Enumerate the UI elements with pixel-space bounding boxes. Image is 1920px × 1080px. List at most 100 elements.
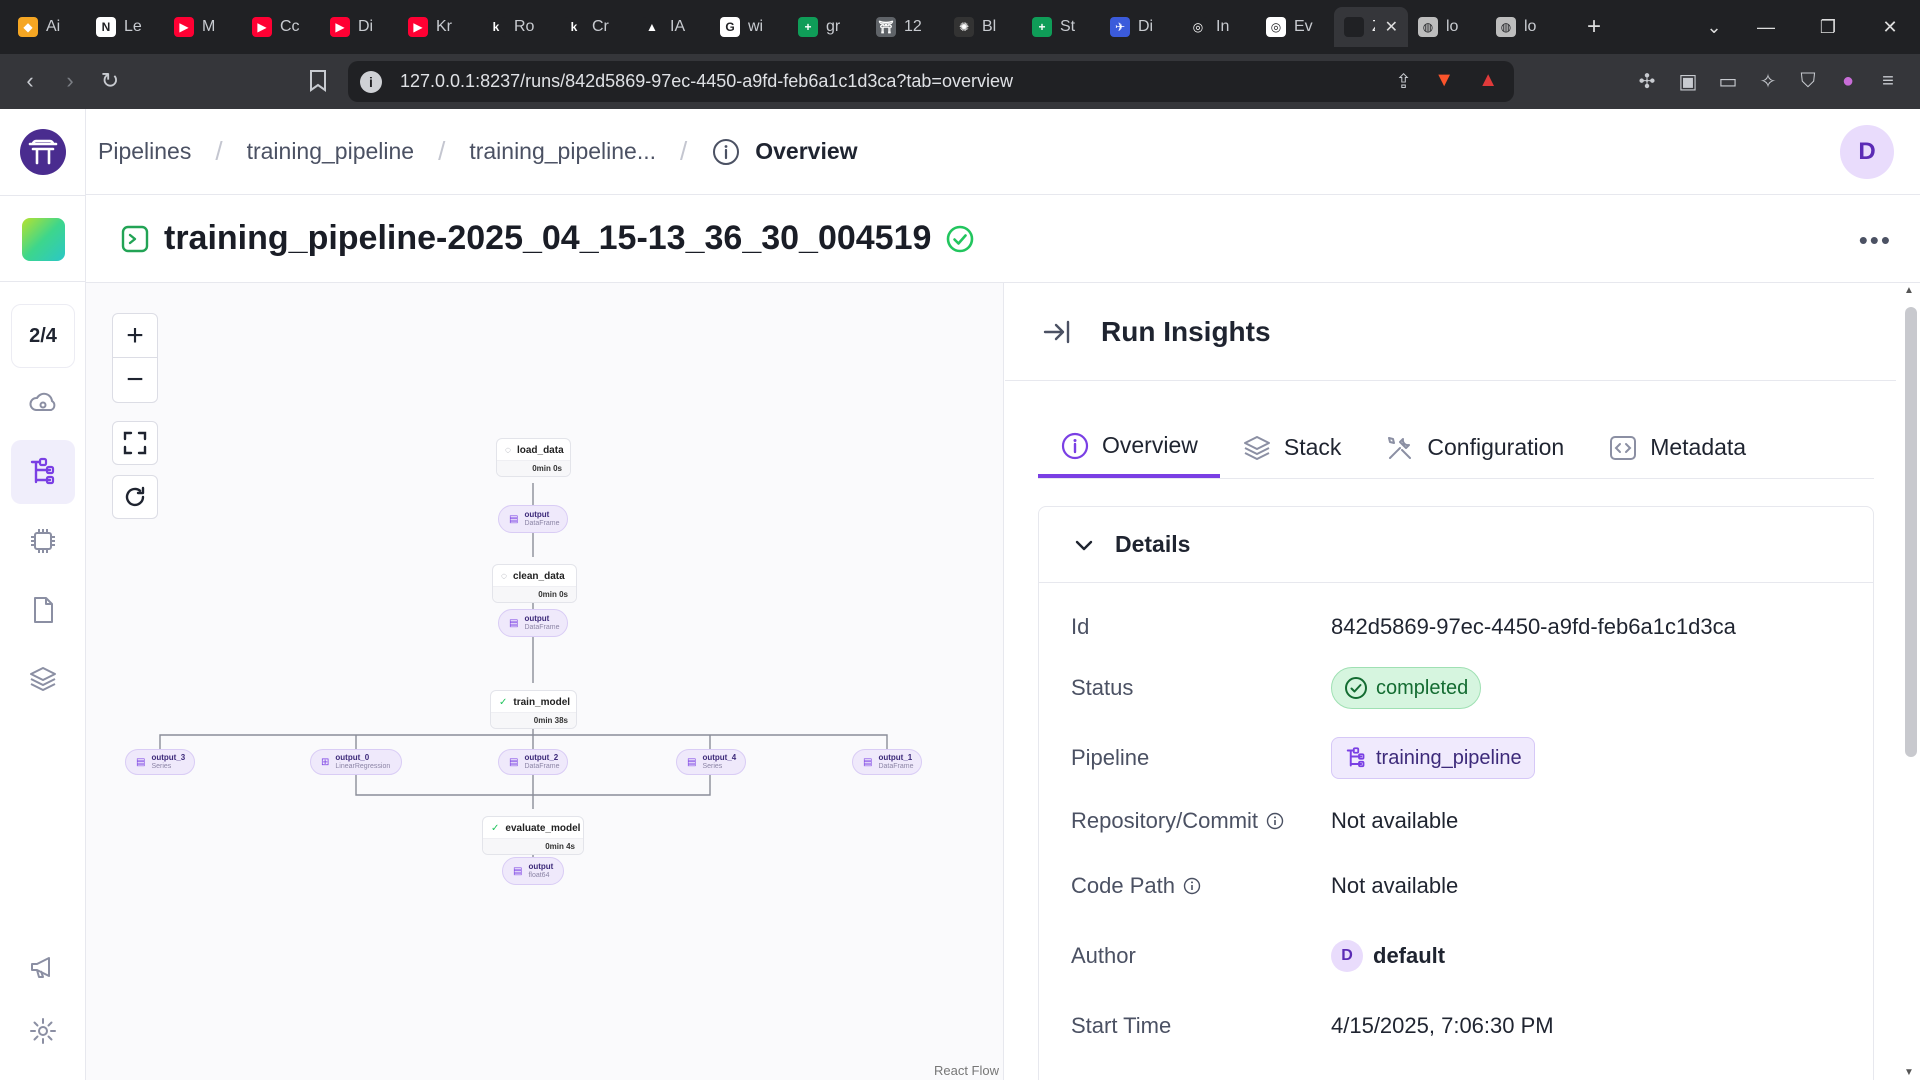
browser-tab[interactable]: ▲ IA <box>632 7 710 47</box>
sidebar-item-models[interactable] <box>11 509 75 573</box>
browser-tab[interactable]: + St <box>1022 7 1100 47</box>
artifact-node[interactable]: ▤ output_3 Series <box>125 749 195 775</box>
back-button[interactable]: ‹ <box>10 61 50 101</box>
brave-shield-icon[interactable]: ▼ <box>1434 69 1454 92</box>
browser-tab[interactable]: ✈ Di <box>1100 7 1178 47</box>
new-tab-button[interactable]: + <box>1576 13 1612 41</box>
site-info-icon[interactable]: i <box>360 70 382 93</box>
collapse-panel-icon[interactable] <box>1041 316 1073 348</box>
browser-tab[interactable]: Gwi <box>710 7 788 47</box>
code-icon <box>1610 435 1637 460</box>
onboarding-progress-counter[interactable]: 2/4 <box>11 304 75 368</box>
sidebar-item-pipelines[interactable] <box>11 440 75 504</box>
breadcrumb-pipeline[interactable]: training_pipeline <box>247 138 415 165</box>
tab-configuration[interactable]: Configuration <box>1363 417 1586 478</box>
scroll-up-arrow-icon[interactable]: ▲ <box>1904 285 1914 296</box>
info-circle-icon[interactable] <box>1183 877 1201 895</box>
artifact-node[interactable]: ▤ output DataFrame <box>498 609 568 637</box>
details-toggle[interactable]: Details <box>1039 507 1873 583</box>
step-node-train-model[interactable]: ✓ train_model 0min 38s <box>490 690 577 729</box>
browser-tab[interactable]: ▶ M <box>164 7 242 47</box>
browser-tab[interactable]: ◎ In <box>1178 7 1256 47</box>
sidebar-item-overview[interactable] <box>11 371 75 435</box>
close-window-button[interactable]: ✕ <box>1862 0 1918 54</box>
artifact-node[interactable]: ▤ output DataFrame <box>498 505 568 533</box>
run-id-value: 842d5869-97ec-4450-a9fd-feb6a1c1d3ca <box>1331 614 1736 639</box>
extensions-icon[interactable]: ✣ <box>1632 66 1662 96</box>
reload-button[interactable]: ↻ <box>90 61 130 101</box>
breadcrumb-pipelines[interactable]: Pipelines <box>98 138 191 165</box>
detail-label: Pipeline <box>1071 745 1150 770</box>
scroll-down-arrow-icon[interactable]: ▼ <box>1904 1067 1914 1078</box>
scrollbar-thumb[interactable] <box>1905 307 1917 757</box>
database-icon: ▤ <box>136 756 146 768</box>
vpn-icon[interactable]: ⛉ <box>1793 66 1823 96</box>
info-circle-icon <box>711 137 741 167</box>
tab-stack[interactable]: Stack <box>1220 417 1364 478</box>
workspace-avatar[interactable] <box>22 218 65 261</box>
dag-canvas[interactable]: + − ◌ load_data 0min 0s ◌ clean_data 0mi… <box>86 283 1004 1080</box>
artifact-node[interactable]: ▤ output float64 <box>502 857 564 885</box>
layers-icon <box>1243 435 1270 460</box>
tab-favicon-icon: ✈ <box>1110 17 1130 37</box>
more-options-button[interactable]: ••• <box>1859 225 1892 256</box>
browser-tab[interactable]: k Ro <box>476 7 554 47</box>
artifact-node[interactable]: ▤ output_1 DataFrame <box>852 749 922 775</box>
browser-tab[interactable]: ▶ Cc <box>242 7 320 47</box>
browser-tab[interactable]: k Cr <box>554 7 632 47</box>
step-name: train_model <box>513 697 571 708</box>
detail-row-id: Id 842d5869-97ec-4450-a9fd-feb6a1c1d3ca <box>1071 607 1861 647</box>
react-flow-attribution[interactable]: React Flow <box>934 1063 999 1078</box>
step-node-evaluate-model[interactable]: ✓ evaluate_model 0min 4s <box>482 816 584 855</box>
url-bar[interactable]: i 127.0.0.1:8237/runs/842d5869-97ec-4450… <box>348 61 1514 102</box>
tab-favicon-icon: ◎ <box>1188 17 1208 37</box>
pipeline-name: training_pipeline <box>1376 746 1522 769</box>
artifact-node[interactable]: ▤ output_2 DataFrame <box>498 749 568 775</box>
brave-rewards-icon[interactable]: ▲ <box>1478 69 1498 92</box>
tab-search-chevron-icon[interactable]: ⌄ <box>1686 0 1742 54</box>
sidebar-item-stacks[interactable] <box>11 647 75 711</box>
user-avatar[interactable]: D <box>1840 125 1894 179</box>
browser-tab[interactable]: ▶ Di <box>320 7 398 47</box>
step-node-clean-data[interactable]: ◌ clean_data 0min 0s <box>492 564 577 603</box>
tab-title: Di <box>1138 18 1154 35</box>
share-icon[interactable]: ⇪ <box>1395 69 1412 94</box>
menu-icon[interactable]: ≡ <box>1873 66 1903 96</box>
sidebar-item-announcements[interactable] <box>11 935 75 999</box>
browser-tab[interactable]: N Le <box>86 7 164 47</box>
browser-tab[interactable]: ◎ Ev <box>1256 7 1334 47</box>
page-scrollbar[interactable]: ▲ ▼ <box>1898 283 1920 1080</box>
restore-button[interactable]: ❐ <box>1800 0 1856 54</box>
browser-tab[interactable]: ◍ lo <box>1486 7 1564 47</box>
breadcrumb-run[interactable]: training_pipeline... <box>469 138 656 165</box>
close-tab-icon[interactable]: ✕ <box>1385 17 1398 37</box>
leo-ai-icon[interactable]: ✧ <box>1753 66 1783 96</box>
minimize-button[interactable]: — <box>1738 0 1794 54</box>
browser-tab[interactable]: ▶ Kr <box>398 7 476 47</box>
step-node-load-data[interactable]: ◌ load_data 0min 0s <box>496 438 571 477</box>
tab-metadata[interactable]: Metadata <box>1586 417 1768 478</box>
pipeline-link[interactable]: training_pipeline <box>1331 737 1535 779</box>
forward-button[interactable]: › <box>50 61 90 101</box>
browser-tab[interactable]: ⛩ 12 <box>866 7 944 47</box>
browser-tab[interactable]: ◍ lo <box>1408 7 1486 47</box>
profile-icon[interactable]: ● <box>1833 66 1863 96</box>
sidebar-icon[interactable]: ▣ <box>1673 66 1703 96</box>
tab-overview[interactable]: Overview <box>1038 417 1220 478</box>
wallet-icon[interactable]: ▭ <box>1713 66 1743 96</box>
zenml-logo-icon[interactable] <box>20 129 66 175</box>
browser-tab[interactable]: + gr <box>788 7 866 47</box>
detail-label: Start Time <box>1071 1013 1172 1038</box>
browser-tab[interactable]: Ze ✕ <box>1334 7 1408 47</box>
info-circle-icon[interactable] <box>1266 812 1284 830</box>
success-check-icon <box>945 224 975 254</box>
bookmark-icon[interactable] <box>298 61 338 101</box>
sidebar-item-artifacts[interactable] <box>11 578 75 642</box>
browser-tab[interactable]: ✺ Bl <box>944 7 1022 47</box>
sidebar-item-settings[interactable] <box>11 999 75 1063</box>
artifact-name: output_2 <box>524 753 559 762</box>
artifact-node[interactable]: ▤ output_4 Series <box>676 749 746 775</box>
browser-tab[interactable]: ◆ Ai <box>8 7 86 47</box>
database-icon: ▤ <box>513 865 523 877</box>
artifact-node[interactable]: ⊞ output_0 LinearRegression <box>310 749 402 775</box>
